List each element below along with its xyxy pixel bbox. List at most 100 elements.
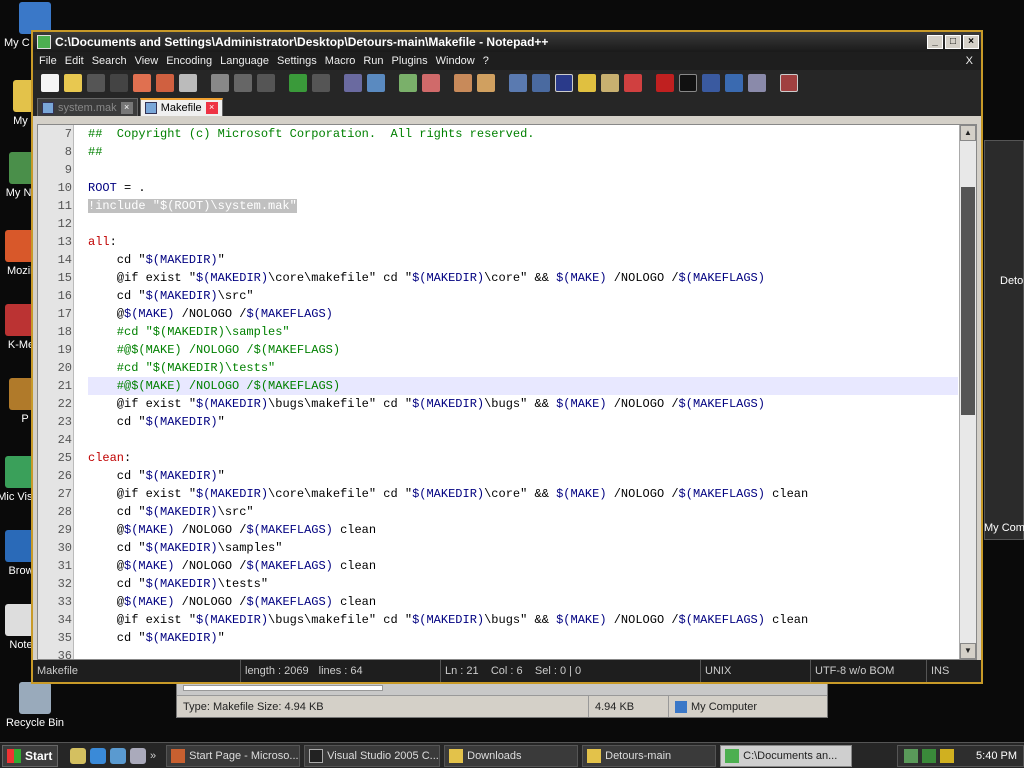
start-button[interactable]: Start bbox=[2, 744, 58, 767]
code-line[interactable]: 9 bbox=[65, 161, 958, 179]
internet-explorer-icon[interactable] bbox=[90, 747, 106, 764]
taskbar-item-detours-main[interactable]: Detours-main bbox=[582, 744, 717, 767]
replace-icon[interactable] bbox=[367, 74, 385, 92]
code-line[interactable]: 27 @if exist "$(MAKEDIR)\core\makefile" … bbox=[58, 485, 958, 503]
code-line[interactable]: 22 @if exist "$(MAKEDIR)\bugs\makefile" … bbox=[58, 395, 958, 413]
show-desktop-icon[interactable] bbox=[70, 747, 86, 764]
code-line[interactable]: 20 #cd "$(MAKEDIR)\tests" bbox=[58, 359, 958, 377]
code-line[interactable]: 23 cd "$(MAKEDIR)" bbox=[58, 413, 958, 431]
menu-help[interactable]: ? bbox=[483, 55, 495, 67]
maximize-button[interactable]: □ bbox=[945, 35, 961, 49]
menu-macro[interactable]: Macro bbox=[325, 55, 362, 67]
user-defined-language-icon[interactable] bbox=[578, 74, 596, 92]
menu-plugins[interactable]: Plugins bbox=[392, 55, 434, 67]
code-line[interactable]: 15 @if exist "$(MAKEDIR)\core\makefile" … bbox=[58, 269, 958, 287]
run-macro-multiple-icon[interactable] bbox=[725, 74, 743, 92]
volume-tray-icon[interactable] bbox=[922, 748, 937, 763]
show-all-chars-icon[interactable] bbox=[532, 74, 550, 92]
fold-margin[interactable] bbox=[74, 125, 86, 659]
code-line[interactable]: 16 cd "$(MAKEDIR)\src" bbox=[58, 287, 958, 305]
code-line[interactable]: 25 clean: bbox=[58, 449, 958, 467]
code-line[interactable]: 29 @$(MAKE) /NOLOGO /$(MAKEFLAGS) clean bbox=[58, 521, 958, 539]
code-line[interactable]: 12 bbox=[58, 215, 958, 233]
redo-icon[interactable] bbox=[312, 74, 330, 92]
media-player-icon[interactable] bbox=[110, 747, 126, 764]
code-line[interactable]: 30 cd "$(MAKEDIR)\samples" bbox=[58, 539, 958, 557]
tab-system-mak[interactable]: system.mak × bbox=[37, 98, 138, 116]
menu-edit[interactable]: Edit bbox=[65, 55, 90, 67]
code-line[interactable]: 34 @if exist "$(MAKEDIR)\bugs\makefile" … bbox=[58, 611, 958, 629]
tab-makefile[interactable]: Makefile × bbox=[139, 98, 223, 116]
close-button[interactable]: × bbox=[963, 35, 979, 49]
menu-window[interactable]: Window bbox=[436, 55, 481, 67]
search-icon[interactable] bbox=[130, 747, 146, 764]
close-all-icon[interactable] bbox=[156, 74, 174, 92]
scroll-down-icon[interactable]: ▼ bbox=[960, 643, 976, 659]
menu-view[interactable]: View bbox=[135, 55, 165, 67]
horizontal-scrollbar[interactable] bbox=[183, 685, 383, 691]
paste-icon[interactable] bbox=[257, 74, 275, 92]
menu-search[interactable]: Search bbox=[92, 55, 133, 67]
close-tab-icon[interactable]: × bbox=[205, 102, 218, 114]
code-line[interactable]: 33 @$(MAKE) /NOLOGO /$(MAKEFLAGS) clean bbox=[58, 593, 958, 611]
record-macro-icon[interactable] bbox=[656, 74, 674, 92]
network-tray-icon[interactable] bbox=[904, 748, 919, 763]
cut-icon[interactable] bbox=[211, 74, 229, 92]
open-file-icon[interactable] bbox=[64, 74, 82, 92]
code-line[interactable]: 31 @$(MAKE) /NOLOGO /$(MAKEFLAGS) clean bbox=[58, 557, 958, 575]
title-bar[interactable]: C:\Documents and Settings\Administrator\… bbox=[33, 32, 981, 52]
close-file-icon[interactable] bbox=[133, 74, 151, 92]
undo-icon[interactable] bbox=[289, 74, 307, 92]
menu-run[interactable]: Run bbox=[363, 55, 389, 67]
function-list-icon[interactable] bbox=[624, 74, 642, 92]
scroll-thumb[interactable] bbox=[961, 187, 975, 415]
security-tray-icon[interactable] bbox=[940, 748, 955, 763]
taskbar-item-downloads[interactable]: Downloads bbox=[444, 744, 579, 767]
spell-check-icon[interactable] bbox=[780, 74, 798, 92]
quick-launch-more-icon[interactable]: » bbox=[150, 750, 156, 762]
code-line[interactable]: 17 @$(MAKE) /NOLOGO /$(MAKEFLAGS) bbox=[58, 305, 958, 323]
desktop-icon-recycle-bin[interactable]: Recycle Bin bbox=[0, 682, 70, 729]
minimize-button[interactable]: _ bbox=[927, 35, 943, 49]
copy-icon[interactable] bbox=[234, 74, 252, 92]
vertical-scrollbar[interactable]: ▲ ▼ bbox=[959, 125, 976, 659]
save-macro-icon[interactable] bbox=[748, 74, 766, 92]
menu-encoding[interactable]: Encoding bbox=[166, 55, 218, 67]
taskbar-item-visual-studio-cmd[interactable]: Visual Studio 2005 C... bbox=[304, 744, 441, 767]
close-tab-icon[interactable]: × bbox=[120, 101, 133, 114]
code-line[interactable]: 19 #@$(MAKE) /NOLOGO /$(MAKEFLAGS) bbox=[58, 341, 958, 359]
code-line[interactable]: 7 ## Copyright (c) Microsoft Corporation.… bbox=[65, 125, 958, 143]
stop-recording-icon[interactable] bbox=[679, 74, 697, 92]
indent-guide-icon[interactable] bbox=[555, 74, 573, 92]
code-line[interactable]: 18 #cd "$(MAKEDIR)\samples" bbox=[58, 323, 958, 341]
code-line[interactable]: 24 bbox=[58, 431, 958, 449]
zoom-out-icon[interactable] bbox=[422, 74, 440, 92]
code-line[interactable]: 14 cd "$(MAKEDIR)" bbox=[58, 251, 958, 269]
code-line[interactable]: 8 ## bbox=[65, 143, 958, 161]
save-all-icon[interactable] bbox=[110, 74, 128, 92]
code-line[interactable]: 28 cd "$(MAKEDIR)\src" bbox=[58, 503, 958, 521]
code-line[interactable]: 26 cd "$(MAKEDIR)" bbox=[58, 467, 958, 485]
document-map-icon[interactable] bbox=[601, 74, 619, 92]
code-line[interactable]: 35 cd "$(MAKEDIR)" bbox=[58, 629, 958, 647]
scroll-up-icon[interactable]: ▲ bbox=[960, 125, 976, 141]
code-area[interactable]: 7 ## Copyright (c) Microsoft Corporation.… bbox=[58, 125, 958, 659]
code-line[interactable]: 11 !include "$(ROOT)\system.mak" bbox=[58, 197, 958, 215]
close-document-button[interactable]: X bbox=[966, 55, 973, 67]
code-line[interactable]: 36 bbox=[58, 647, 958, 659]
taskbar-item-notepadpp[interactable]: C:\Documents an... bbox=[720, 744, 853, 767]
taskbar-item-start-page[interactable]: Start Page - Microso... bbox=[166, 744, 301, 767]
editor[interactable]: 7 ## Copyright (c) Microsoft Corporation.… bbox=[37, 124, 977, 660]
menu-file[interactable]: File bbox=[39, 55, 63, 67]
menu-settings[interactable]: Settings bbox=[277, 55, 323, 67]
sync-vertical-icon[interactable] bbox=[454, 74, 472, 92]
word-wrap-icon[interactable] bbox=[509, 74, 527, 92]
code-line[interactable]: 10 ROOT = . bbox=[58, 179, 958, 197]
find-icon[interactable] bbox=[344, 74, 362, 92]
save-icon[interactable] bbox=[87, 74, 105, 92]
print-icon[interactable] bbox=[179, 74, 197, 92]
zoom-in-icon[interactable] bbox=[399, 74, 417, 92]
new-file-icon[interactable] bbox=[41, 74, 59, 92]
code-line[interactable]: 21 #@$(MAKE) /NOLOGO /$(MAKEFLAGS) bbox=[58, 377, 958, 395]
code-line[interactable]: 13 all: bbox=[58, 233, 958, 251]
